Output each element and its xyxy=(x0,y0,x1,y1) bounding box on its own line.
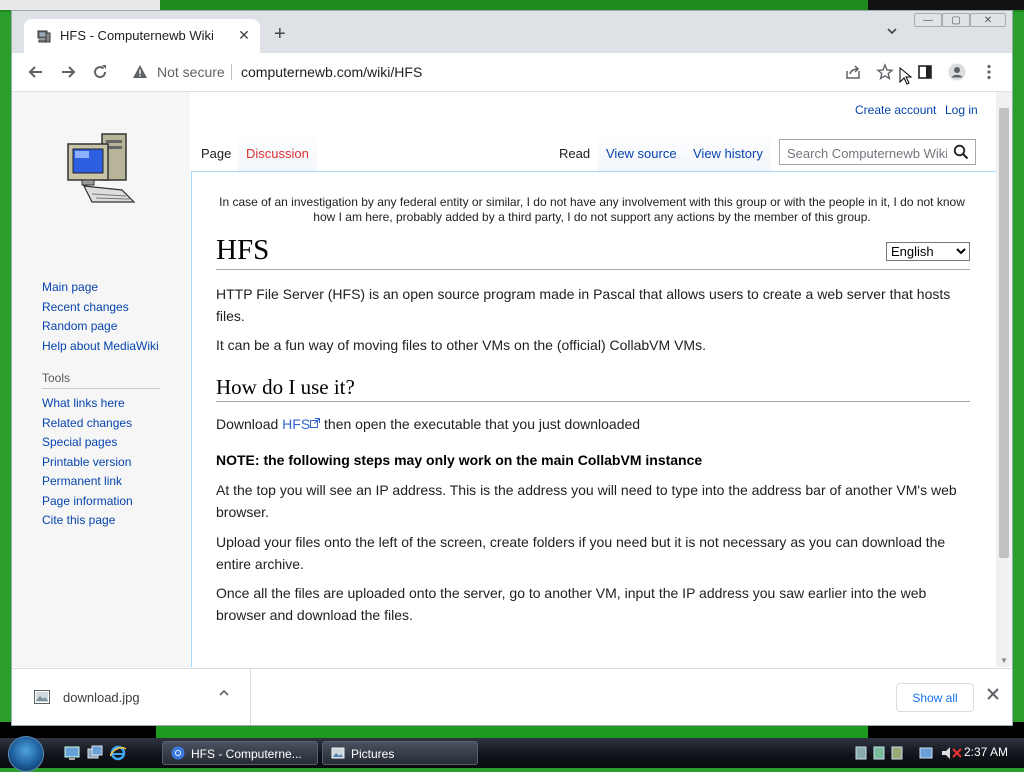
nav-random-page[interactable]: Random page xyxy=(42,317,159,337)
close-window-button[interactable]: ✕ xyxy=(970,13,1006,27)
warning-triangle-icon xyxy=(133,65,147,78)
taskbar: HFS - Computerne... Pictures 2:37 AM xyxy=(0,736,1024,772)
profile-avatar-icon[interactable] xyxy=(948,63,966,81)
wiki-sidebar: Main page Recent changes Random page Hel… xyxy=(12,92,190,667)
search-input[interactable] xyxy=(785,141,949,165)
tools-printable-version[interactable]: Printable version xyxy=(42,453,133,473)
page-title: HFS xyxy=(216,234,970,270)
tab-discussion[interactable]: Discussion xyxy=(238,130,317,171)
site-notice: In case of an investigation by any feder… xyxy=(219,195,965,224)
close-tab-icon[interactable]: ✕ xyxy=(236,27,252,43)
web-page: Main page Recent changes Random page Hel… xyxy=(12,92,996,667)
browser-toolbar: Not secure computernewb.com/wiki/HFS xyxy=(12,53,1012,92)
tools-cite-this-page[interactable]: Cite this page xyxy=(42,511,133,531)
wiki-logo-computer-icon[interactable] xyxy=(62,126,142,216)
hfs-external-link[interactable]: HFS xyxy=(282,416,310,432)
log-in-link[interactable]: Log in xyxy=(945,103,978,117)
security-label[interactable]: Not secure xyxy=(157,64,225,80)
tab-strip: HFS - Computernewb Wiki ✕ + — ▢ ✕ xyxy=(12,11,1012,53)
tools-related-changes[interactable]: Related changes xyxy=(42,414,133,434)
language-select[interactable]: English xyxy=(886,242,970,261)
minimize-button[interactable]: — xyxy=(914,13,942,27)
show-desktop-icon[interactable] xyxy=(64,745,80,761)
tools-permanent-link[interactable]: Permanent link xyxy=(42,472,133,492)
internet-explorer-icon[interactable] xyxy=(110,745,126,761)
tools-special-pages[interactable]: Special pages xyxy=(42,433,133,453)
nav-recent-changes[interactable]: Recent changes xyxy=(42,298,159,318)
intro-paragraph-2: It can be a fun way of moving files to o… xyxy=(216,337,706,353)
taskbar-clock[interactable]: 2:37 AM xyxy=(964,745,1008,759)
tools-portlet: What links here Related changes Special … xyxy=(42,394,133,531)
chrome-icon xyxy=(171,746,185,760)
menu-kebab-icon[interactable] xyxy=(980,63,998,81)
taskbar-item-pictures[interactable]: Pictures xyxy=(322,741,478,765)
browser-window: HFS - Computernewb Wiki ✕ + — ▢ ✕ Not se… xyxy=(11,10,1013,726)
taskbar-item-pictures-label: Pictures xyxy=(351,747,395,761)
taskbar-item-browser-label: HFS - Computerne... xyxy=(191,747,302,761)
tab-page[interactable]: Page xyxy=(193,130,240,171)
download-suffix: then open the executable that you just d… xyxy=(320,416,641,432)
step-paragraph-3: Once all the files are uploaded onto the… xyxy=(216,585,927,623)
scroll-down-arrow-icon[interactable]: ▼ xyxy=(1000,656,1008,665)
url-text[interactable]: computernewb.com/wiki/HFS xyxy=(241,64,422,80)
download-paragraph: Download HFS then open the executable th… xyxy=(216,413,970,435)
content-area: In case of an investigation by any feder… xyxy=(191,171,996,667)
download-prefix: Download xyxy=(216,416,283,432)
folder-pictures-icon xyxy=(331,747,345,759)
browser-tab[interactable]: HFS - Computernewb Wiki ✕ xyxy=(24,19,260,53)
start-button[interactable] xyxy=(8,736,44,772)
tools-page-information[interactable]: Page information xyxy=(42,492,133,512)
show-all-button[interactable]: Show all xyxy=(896,683,974,712)
external-link-icon xyxy=(310,418,321,428)
step-paragraph-1: At the top you will see an IP address. T… xyxy=(216,482,957,520)
note-paragraph: NOTE: the following steps may only work … xyxy=(216,452,703,468)
tools-heading: Tools xyxy=(42,371,160,389)
download-item[interactable]: download.jpg xyxy=(12,669,251,725)
back-arrow-icon[interactable] xyxy=(26,62,46,82)
switch-windows-icon[interactable] xyxy=(87,745,103,761)
nav-help[interactable]: Help about MediaWiki xyxy=(42,337,159,357)
create-account-link[interactable]: Create account xyxy=(855,103,936,117)
new-tab-button[interactable]: + xyxy=(274,24,286,44)
tab-read[interactable]: Read xyxy=(551,130,599,171)
intro-paragraph-1: HTTP File Server (HFS) is an open source… xyxy=(216,286,951,324)
scrollbar-thumb[interactable] xyxy=(999,108,1009,558)
share-icon[interactable] xyxy=(844,63,862,81)
nav-main-page[interactable]: Main page xyxy=(42,278,159,298)
tools-what-links-here[interactable]: What links here xyxy=(42,394,133,414)
step-paragraph-2: Upload your files onto the left of the s… xyxy=(216,534,946,572)
reload-icon[interactable] xyxy=(90,62,110,82)
navigation-portlet: Main page Recent changes Random page Hel… xyxy=(42,278,159,356)
search-icon[interactable] xyxy=(953,144,969,160)
computer-favicon-icon xyxy=(37,30,51,43)
page-scrollbar[interactable]: ▼ xyxy=(996,92,1012,667)
omnibox-separator xyxy=(231,64,232,80)
chevron-down-icon[interactable] xyxy=(886,25,898,37)
download-file-name[interactable]: download.jpg xyxy=(63,690,140,705)
download-shelf: download.jpg Show all xyxy=(12,668,1012,725)
tab-view-history[interactable]: View history xyxy=(685,130,771,171)
address-bar[interactable]: Not secure computernewb.com/wiki/HFS xyxy=(124,58,744,86)
desktop-window-edge-dark xyxy=(868,0,1024,10)
section-heading: How do I use it? xyxy=(216,375,970,402)
taskbar-item-browser[interactable]: HFS - Computerne... xyxy=(162,741,318,765)
tab-title: HFS - Computernewb Wiki xyxy=(60,28,214,43)
maximize-button[interactable]: ▢ xyxy=(942,13,970,27)
mouse-cursor-icon xyxy=(899,67,913,85)
chevron-up-icon[interactable] xyxy=(218,687,230,699)
close-download-shelf-icon[interactable] xyxy=(986,687,1000,701)
side-panel-icon[interactable] xyxy=(916,63,934,81)
image-file-icon xyxy=(34,690,50,704)
wiki-search xyxy=(779,139,976,165)
forward-arrow-icon[interactable] xyxy=(58,62,78,82)
desktop-window-edge xyxy=(0,0,160,10)
system-tray-icons[interactable] xyxy=(854,745,964,761)
bookmark-star-icon[interactable] xyxy=(876,63,894,81)
tab-view-source[interactable]: View source xyxy=(598,130,685,171)
